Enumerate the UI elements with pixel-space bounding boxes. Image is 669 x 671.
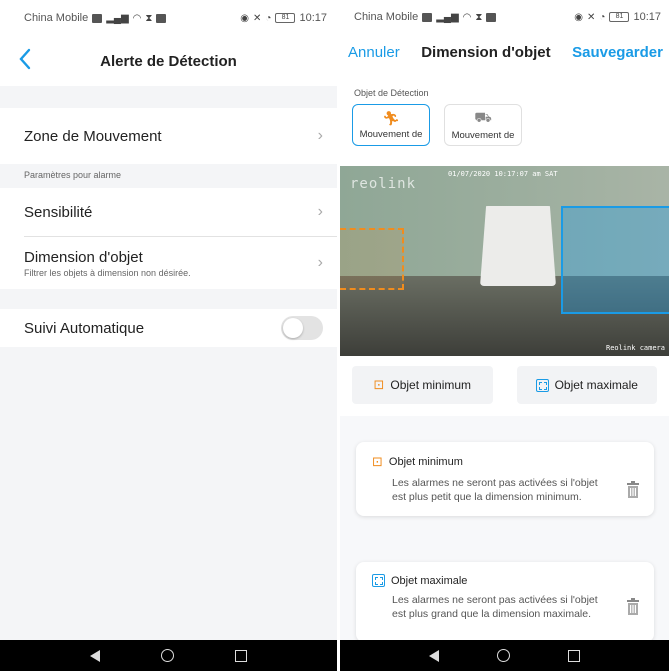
mute-icon: ✕ [587,11,596,23]
mute-icon: ✕ [253,12,262,24]
nav-home-icon[interactable] [160,649,174,662]
eye-icon: ◉ [574,11,584,23]
max-object-button-label: Objet maximale [554,378,638,392]
alarm-settings-label: Paramètres pour alarme [0,164,337,188]
detection-card-label: Mouvement de [451,130,515,141]
motion-zone-row[interactable]: Zone de Mouvement › [0,108,337,164]
left-screen: China Mobile ▂▄▆ ◠ ⧗ ◉ ✕ ◔ 81 10:17 Aler… [0,0,337,671]
max-object-box[interactable] [561,206,669,314]
status-bar: China Mobile ▂▄▆ ◠ ⧗ ◉ ✕ ◔ 81 10:17 [340,0,669,34]
info-area: ⊡ Objet minimum Les alarmes ne seront pa… [340,416,669,642]
camera-timestamp: 01/07/2020 10:17:07 am SAT [448,170,558,178]
detection-card-person[interactable]: 🏃︎ Mouvement de [352,104,430,146]
object-size-description: Filtrer les objets à dimension non désir… [24,267,191,278]
carrier-label: China Mobile [24,12,89,24]
camera-name: Reolink camera [605,344,665,352]
detection-label: Objet de Détection [354,88,429,98]
detection-card-vehicle[interactable]: ⛟ Mouvement de [444,104,522,146]
carrier-label: China Mobile [354,11,419,23]
page-title: Alerte de Détection [100,52,237,70]
max-object-card-text: Les alarmes ne seront pas activées si l'… [392,594,598,621]
detection-type-selector: 🏃︎ Mouvement de ⛟ Mouvement de [340,104,669,146]
object-size-row[interactable]: Dimension d'objet Filtrer les objets à d… [0,237,337,289]
wifi-icon: ◠ [132,12,142,24]
nav-recents-icon[interactable] [568,649,580,662]
object-size-label: Dimension d'objet [24,248,143,266]
header: Annuler Dimension d'objet Sauvegarder [340,34,669,70]
right-screen: China Mobile ▂▄▆ ◠ ⧗ ◉ ✕ ◔ 81 10:17 Annu… [340,0,669,671]
chevron-left-icon [19,48,31,70]
chevron-right-icon: › [317,254,323,271]
trash-icon[interactable] [626,481,640,499]
min-object-icon: ⊡ [372,454,383,469]
person-running-icon: 🏃︎ [382,110,400,126]
hd-icon [92,13,103,23]
min-object-icon: ⊡ [373,377,385,392]
signal-icon: ▂▄▆ [106,12,129,24]
nav-home-icon[interactable] [497,649,510,662]
alarm-icon: ◔ [265,12,272,24]
min-object-card: ⊡ Objet minimum Les alarmes ne seront pa… [356,442,654,517]
notification-icon [486,12,497,22]
auto-tracking-label: Suivi Automatique [24,319,145,337]
hourglass-icon: ⧗ [145,12,153,24]
eye-icon: ◉ [240,12,250,24]
clock: 10:17 [633,11,661,23]
min-object-box[interactable] [340,228,404,290]
status-bar: China Mobile ▂▄▆ ◠ ⧗ ◉ ✕ ◔ 81 10:17 [0,0,337,36]
hd-icon [422,12,433,22]
signal-icon: ▂▄▆ [436,11,459,23]
min-object-button-label: Objet minimum [390,378,472,392]
camera-preview[interactable]: reolink 01/07/2020 10:17:07 am SAT Reoli… [340,166,669,356]
nav-back-icon[interactable] [429,649,439,662]
auto-tracking-row: Suivi Automatique [0,309,337,347]
notification-icon [156,13,167,23]
car-icon: ⛟ [474,109,492,125]
save-button[interactable]: Sauvegarder [572,44,663,61]
max-object-card: Objet maximale Les alarmes ne seront pas… [356,562,654,642]
max-object-button[interactable]: Objet maximale [516,366,657,404]
cancel-button[interactable]: Annuler [348,44,400,61]
battery-icon: 81 [275,13,296,23]
min-object-card-title: Objet minimum [388,456,463,468]
page-title: Dimension d'objet [421,43,551,61]
sensitivity-label: Sensibilité [24,203,93,221]
object-size-buttons: ⊡ Objet minimum Objet maximale [340,356,669,404]
alarm-icon: ◔ [599,11,606,23]
motion-zone-label: Zone de Mouvement [24,127,162,145]
clock: 10:17 [299,12,327,24]
detection-card-label: Mouvement de [359,129,423,140]
max-object-card-title: Objet maximale [391,574,468,587]
trash-icon[interactable] [626,598,640,616]
max-object-icon [535,378,549,392]
vase-object [480,206,556,286]
chevron-right-icon: › [317,127,323,144]
nav-recents-icon[interactable] [234,649,247,662]
nav-back-icon[interactable] [90,649,101,662]
min-object-button[interactable]: ⊡ Objet minimum [352,366,493,404]
system-nav-bar [340,640,669,671]
sensitivity-row[interactable]: Sensibilité › [0,188,337,236]
battery-icon: 81 [609,12,630,22]
hourglass-icon: ⧗ [475,11,483,23]
chevron-right-icon: › [317,203,323,220]
max-object-icon [372,574,385,587]
system-nav-bar [0,640,337,671]
min-object-card-text: Les alarmes ne seront pas activées si l'… [392,477,598,504]
header: Alerte de Détection [0,36,337,86]
camera-watermark: reolink [350,176,417,192]
back-button[interactable] [18,48,42,74]
auto-tracking-toggle[interactable] [281,316,323,340]
wifi-icon: ◠ [462,11,472,23]
